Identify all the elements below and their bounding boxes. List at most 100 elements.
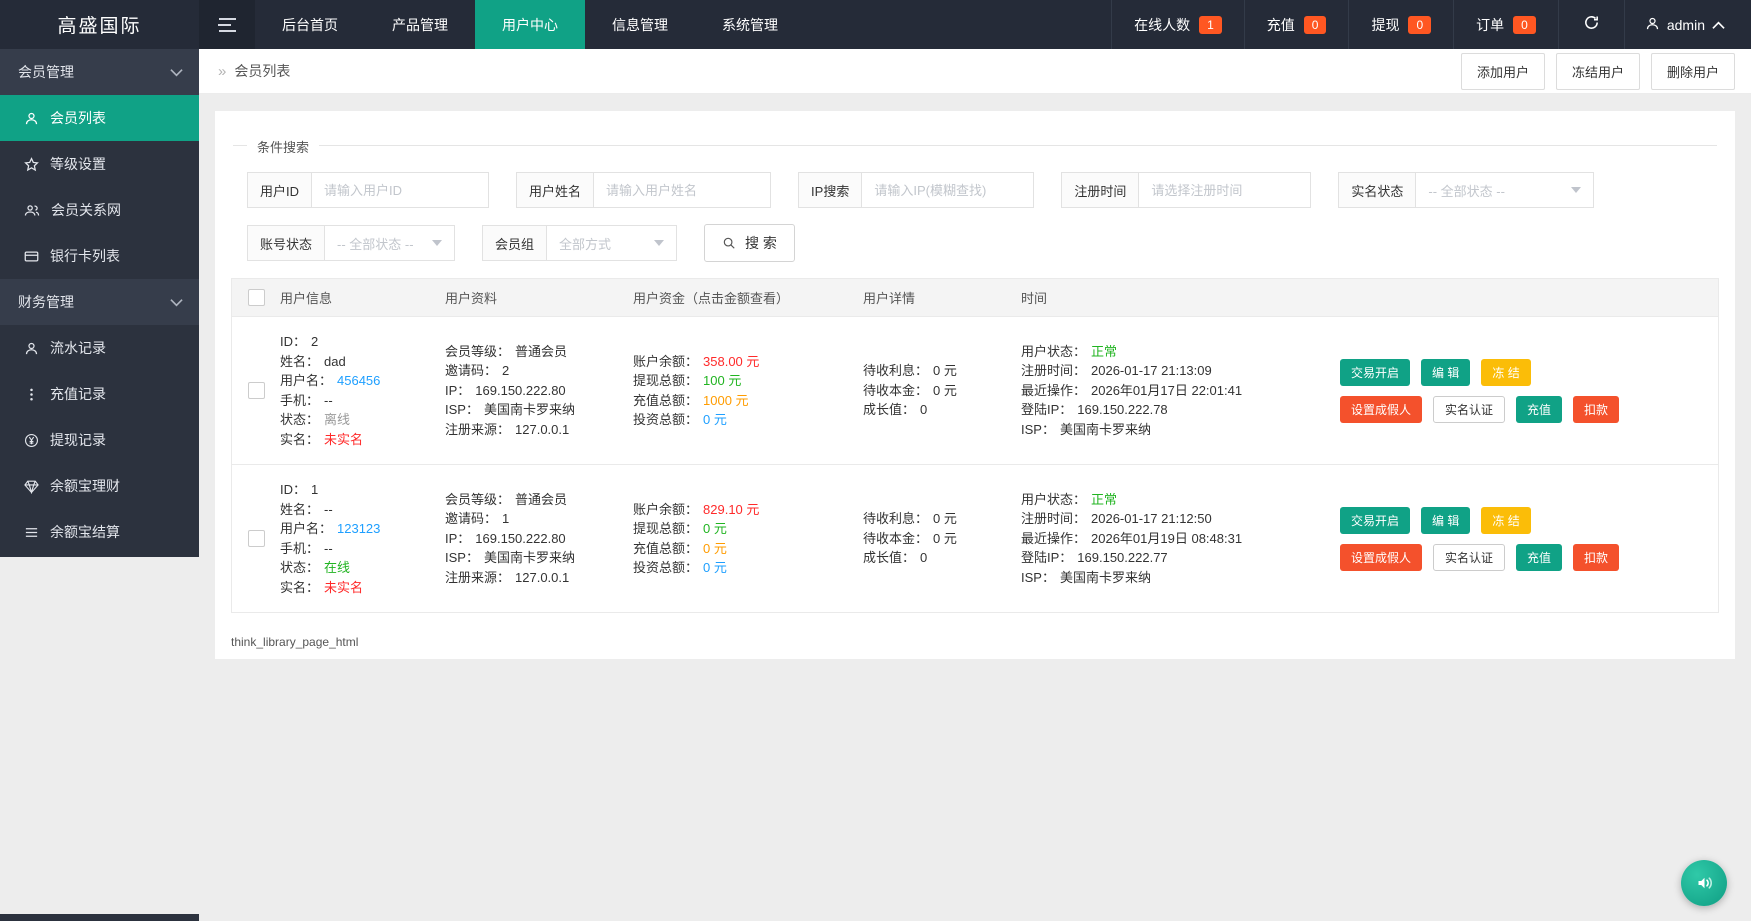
page-title: 会员列表	[234, 61, 290, 81]
invest-link[interactable]: 0 元	[703, 412, 727, 427]
recharge-link[interactable]: 1000 元	[703, 393, 749, 408]
user-name: 姓名：dad	[280, 352, 445, 372]
withdraw-link[interactable]: 0 元	[703, 521, 727, 536]
sidebar-item-member-list[interactable]: 会员列表	[0, 95, 199, 141]
sidebar-item-level-settings[interactable]: 等级设置	[0, 141, 199, 187]
app-logo: 高盛国际	[0, 0, 199, 49]
stat-online-users[interactable]: 在线人数 1	[1111, 0, 1244, 49]
sidebar-group-members[interactable]: 会员管理	[0, 49, 199, 95]
invest-total: 投资总额：0 元	[633, 410, 863, 430]
delete-user-button[interactable]: 删除用户	[1651, 53, 1735, 90]
balance-link[interactable]: 829.10 元	[703, 502, 759, 517]
stat-label: 充值	[1267, 15, 1295, 35]
username-link[interactable]: 456456	[337, 373, 380, 388]
sidebar-item-flow-records[interactable]: 流水记录	[0, 325, 199, 371]
ip-search-input[interactable]	[862, 172, 1034, 208]
stat-withdraw[interactable]: 提现 0	[1348, 0, 1453, 49]
nav-tab-system[interactable]: 系统管理	[695, 0, 805, 49]
hamburger-icon	[219, 30, 236, 32]
sidebar-group-finance[interactable]: 财务管理	[0, 279, 199, 325]
trade-toggle-button[interactable]: 交易开启	[1340, 359, 1410, 386]
sidebar-item-member-network[interactable]: 会员关系网	[0, 187, 199, 233]
table-row: ID：1 姓名：-- 用户名：123123 手机：-- 状态：在线 实名：未实名…	[232, 464, 1718, 612]
account-status-select[interactable]: -- 全部状态 --	[325, 225, 455, 261]
deduct-button[interactable]: 扣款	[1573, 396, 1619, 423]
invest-total: 投资总额：0 元	[633, 558, 863, 578]
realname-status-select[interactable]: -- 全部状态 --	[1416, 172, 1594, 208]
user-name-input[interactable]	[594, 172, 771, 208]
sidebar-item-recharge-records[interactable]: 充值记录	[0, 371, 199, 417]
member-group-select[interactable]: 全部方式	[547, 225, 677, 261]
stat-recharge[interactable]: 充值 0	[1244, 0, 1349, 49]
sidebar-item-label: 会员关系网	[51, 200, 121, 220]
set-fake-user-button[interactable]: 设置成假人	[1340, 544, 1422, 571]
search-field-realname-status: 实名状态 -- 全部状态 --	[1338, 172, 1594, 208]
select-value: -- 全部状态 --	[337, 234, 414, 253]
select-all-checkbox[interactable]	[248, 289, 265, 306]
content-area: 条件搜索 用户ID 用户姓名 IP搜索	[199, 94, 1751, 921]
field-label: 用户ID	[247, 172, 312, 208]
login-ip: 登陆IP：169.150.222.77	[1021, 548, 1333, 568]
edit-button[interactable]: 编 辑	[1421, 507, 1470, 534]
login-isp: ISP：美国南卡罗来纳	[1021, 568, 1333, 588]
star-icon	[24, 157, 39, 172]
stat-orders[interactable]: 订单 0	[1453, 0, 1558, 49]
user-id: ID：1	[280, 480, 445, 500]
sidebar-item-yuebao-settlement[interactable]: 余额宝结算	[0, 509, 199, 555]
growth-value: 成长值：0	[863, 400, 1021, 420]
set-fake-user-button[interactable]: 设置成假人	[1340, 396, 1422, 423]
page-footer-text: think_library_page_html	[231, 635, 1719, 649]
withdraw-link[interactable]: 100 元	[703, 373, 741, 388]
realname-verify-button[interactable]: 实名认证	[1433, 396, 1505, 423]
sound-icon	[1692, 871, 1716, 895]
search-button[interactable]: 搜 索	[704, 224, 795, 262]
add-user-button[interactable]: 添加用户	[1461, 53, 1545, 90]
recharge-button[interactable]: 充值	[1516, 544, 1562, 571]
field-label: 账号状态	[247, 225, 325, 261]
nav-tab-home[interactable]: 后台首页	[255, 0, 365, 49]
user-username: 用户名：123123	[280, 519, 445, 539]
table-header-row: 用户信息 用户资料 用户资金（点击金额查看） 用户详情 时间	[232, 279, 1718, 316]
refresh-button[interactable]	[1558, 0, 1624, 49]
nav-tab-info[interactable]: 信息管理	[585, 0, 695, 49]
freeze-button[interactable]: 冻 结	[1481, 507, 1530, 534]
sidebar-item-withdraw-records[interactable]: 提现记录	[0, 417, 199, 463]
admin-menu[interactable]: admin	[1624, 0, 1751, 49]
search-fieldset: 条件搜索 用户ID 用户姓名 IP搜索	[233, 145, 1717, 262]
field-label: 实名状态	[1338, 172, 1416, 208]
row-checkbox[interactable]	[248, 530, 265, 547]
row-checkbox[interactable]	[248, 382, 265, 399]
balance-link[interactable]: 358.00 元	[703, 354, 759, 369]
search-field-ip: IP搜索	[798, 172, 1034, 208]
sidebar-bottom-strip	[0, 914, 199, 921]
sidebar-toggle-button[interactable]	[199, 0, 255, 49]
realname-verify-button[interactable]: 实名认证	[1433, 544, 1505, 571]
search-field-register-time: 注册时间	[1061, 172, 1311, 208]
account-balance: 账户余额：829.10 元	[633, 500, 863, 520]
sidebar-item-yuebao-invest[interactable]: 余额宝理财	[0, 463, 199, 509]
invest-link[interactable]: 0 元	[703, 560, 727, 575]
register-time-input[interactable]	[1139, 172, 1311, 208]
chevron-down-icon	[170, 298, 183, 307]
edit-button[interactable]: 编 辑	[1421, 359, 1470, 386]
username-link[interactable]: 123123	[337, 521, 380, 536]
user-username: 用户名：456456	[280, 371, 445, 391]
field-label: 用户姓名	[516, 172, 594, 208]
recharge-button[interactable]: 充值	[1516, 396, 1562, 423]
freeze-button[interactable]: 冻 结	[1481, 359, 1530, 386]
recharge-total: 充值总额：0 元	[633, 539, 863, 559]
pending-interest: 待收利息：0 元	[863, 509, 1021, 529]
hamburger-icon	[218, 24, 231, 26]
nav-tab-user-center[interactable]: 用户中心	[475, 0, 585, 49]
trade-toggle-button[interactable]: 交易开启	[1340, 507, 1410, 534]
floating-sound-button[interactable]	[1681, 860, 1727, 906]
user-phone: 手机：--	[280, 391, 445, 411]
sidebar-item-label: 流水记录	[50, 338, 106, 358]
nav-tab-products[interactable]: 产品管理	[365, 0, 475, 49]
freeze-user-button[interactable]: 冻结用户	[1556, 53, 1640, 90]
hamburger-icon	[219, 18, 236, 20]
sidebar-item-bank-cards[interactable]: 银行卡列表	[0, 233, 199, 279]
user-id-input[interactable]	[312, 172, 489, 208]
deduct-button[interactable]: 扣款	[1573, 544, 1619, 571]
recharge-link[interactable]: 0 元	[703, 541, 727, 556]
